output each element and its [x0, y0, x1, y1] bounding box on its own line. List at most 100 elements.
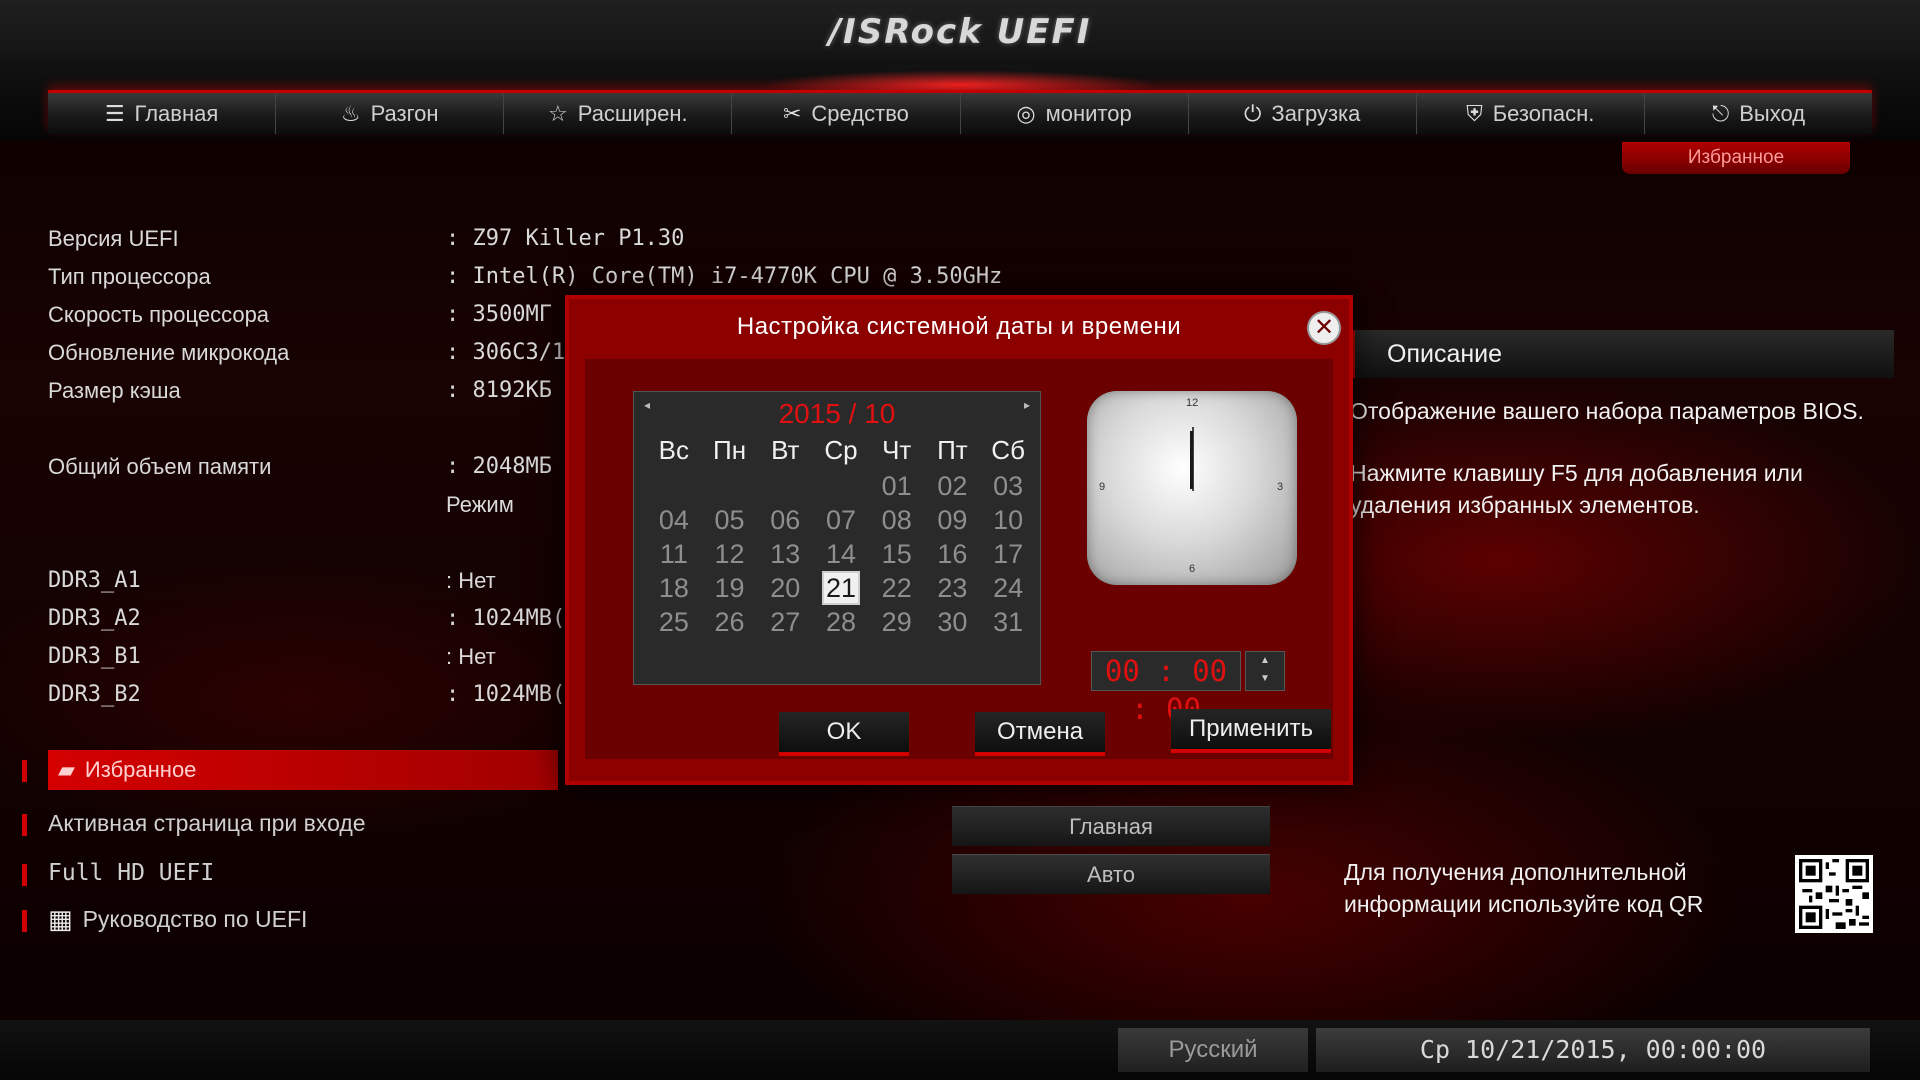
calendar-day[interactable]: 24: [980, 572, 1036, 604]
red-tick: [22, 864, 27, 886]
weekday-header: Пн: [713, 435, 747, 465]
power-icon: ⏻: [1244, 100, 1262, 126]
calendar-day[interactable]: 16: [925, 538, 981, 570]
tab-label: Средство: [811, 100, 909, 126]
calendar-day[interactable]: 05: [702, 504, 758, 536]
calendar-day[interactable]: 20: [757, 572, 813, 604]
shield-icon: ⛨: [1466, 100, 1483, 126]
close-button[interactable]: ✕: [1307, 311, 1341, 345]
calendar-day[interactable]: 14: [813, 538, 869, 570]
calendar-day[interactable]: 30: [925, 606, 981, 638]
calendar-day[interactable]: 26: [702, 606, 758, 638]
dialog-title: Настройка системной даты и времени: [736, 313, 1182, 340]
weekday-header: Вс: [658, 435, 690, 465]
menu-guide[interactable]: ▦ Руководство по UEFI: [48, 904, 307, 935]
calendar-day[interactable]: 23: [925, 572, 981, 604]
star-icon: ☆: [548, 100, 568, 126]
menu-full-hd[interactable]: Full HD UEFI: [48, 860, 214, 886]
info-label: DDR3_B1: [48, 644, 141, 669]
calendar: ◂ ▸ 2015 / 10 Вс Пн Вт Ср Чт Пт Сб 01 02 03 04 05 06…: [633, 391, 1041, 685]
hour-hand: [1190, 431, 1193, 489]
info-value: 1024MB(: [446, 676, 566, 714]
info-value: Режим: [446, 492, 514, 517]
calendar-day[interactable]: 08: [869, 504, 925, 536]
active-page-select[interactable]: Главная: [952, 806, 1270, 846]
info-label: Общий объем памяти: [48, 454, 272, 479]
language-button[interactable]: Русский: [1118, 1028, 1308, 1072]
menu-label: Full HD UEFI: [48, 860, 215, 886]
info-value: 8192КБ: [446, 372, 552, 410]
info-label: Тип процессора: [48, 264, 211, 289]
calendar-day[interactable]: 03: [980, 470, 1036, 502]
tab-label: Безопасн.: [1492, 100, 1595, 126]
tab-overclock[interactable]: ♨ Разгон: [276, 93, 505, 134]
datetime-display[interactable]: Ср 10/21/2015, 00:00:00: [1316, 1028, 1870, 1072]
info-value: 3500МГ: [446, 296, 552, 334]
qr-text: Для получения дополнительной информации …: [1344, 859, 1704, 917]
clock-number: 3: [1277, 481, 1284, 493]
info-value: 1024MB(: [446, 600, 566, 638]
calendar-day[interactable]: 27: [757, 606, 813, 638]
time-spinner[interactable]: ▲ ▼: [1245, 651, 1285, 691]
info-label: DDR3_B2: [48, 682, 141, 707]
flame-icon: ♨: [340, 100, 361, 126]
calendar-day[interactable]: 02: [925, 470, 981, 502]
info-row: DDR3_B1 Нет: [48, 638, 608, 676]
calendar-day[interactable]: 11: [646, 538, 702, 570]
time-input[interactable]: 00 : 00 : 00: [1091, 651, 1241, 726]
ok-button[interactable]: OK: [779, 712, 909, 756]
calendar-day[interactable]: 07: [813, 504, 869, 536]
tab-tools[interactable]: ✂ Средство: [732, 93, 961, 134]
calendar-day[interactable]: 09: [925, 504, 981, 536]
calendar-day[interactable]: 04: [646, 504, 702, 536]
calendar-day[interactable]: 25: [646, 606, 702, 638]
tab-exit[interactable]: ⎋ Выход: [1645, 93, 1872, 134]
info-row: DDR3_A1 Нет: [48, 562, 608, 600]
cancel-button[interactable]: Отмена: [975, 712, 1105, 756]
apply-button[interactable]: Применить: [1171, 709, 1331, 753]
calendar-day[interactable]: 22: [869, 572, 925, 604]
tab-label: Главная: [134, 100, 219, 126]
info-value: Z97 Killer P1.30: [446, 220, 685, 258]
full-hd-select[interactable]: Авто: [952, 854, 1270, 894]
tab-security[interactable]: ⛨ Безопасн.: [1417, 93, 1645, 134]
selected-day: 21: [821, 571, 861, 605]
calendar-day[interactable]: 18: [646, 572, 702, 604]
favorites-label: Избранное: [84, 757, 197, 782]
description-text: Отображение вашего набора параметров BIO…: [1350, 395, 1880, 551]
calendar-day[interactable]: 15: [869, 538, 925, 570]
spin-down-icon[interactable]: ▼: [1246, 670, 1284, 688]
info-row: DDR3_A2 1024MB(: [48, 600, 608, 638]
info-value: 306C3/1: [446, 334, 566, 372]
calendar-day[interactable]: 12: [702, 538, 758, 570]
description-p1: Отображение вашего набора параметров BIO…: [1350, 398, 1864, 424]
qr-code[interactable]: [1795, 855, 1873, 933]
info-label: Версия UEFI: [48, 226, 179, 251]
spin-up-icon[interactable]: ▲: [1246, 652, 1284, 670]
calendar-day[interactable]: 01: [869, 470, 925, 502]
calendar-day[interactable]: 10: [980, 504, 1036, 536]
calendar-day[interactable]: 21: [813, 571, 869, 605]
calendar-day[interactable]: 17: [980, 538, 1036, 570]
description-header: Описание: [1350, 330, 1894, 378]
calendar-day[interactable]: 06: [757, 504, 813, 536]
calendar-day[interactable]: 19: [702, 572, 758, 604]
calendar-day[interactable]: 29: [869, 606, 925, 638]
favorites-tab[interactable]: Избранное: [1622, 142, 1850, 174]
weekday-header: Сб: [991, 435, 1025, 465]
calendar-day[interactable]: 31: [980, 606, 1036, 638]
tab-monitor[interactable]: ◎ монитор: [961, 93, 1189, 134]
info-label: DDR3_A2: [48, 606, 141, 631]
tab-main[interactable]: ☰ Главная: [48, 93, 277, 134]
menu-active-page[interactable]: Активная страница при входе: [48, 810, 366, 837]
weekday-header: Вт: [771, 435, 800, 465]
calendar-day[interactable]: 28: [813, 606, 869, 638]
calendar-day[interactable]: 13: [757, 538, 813, 570]
tab-boot[interactable]: ⏻ Загрузка: [1189, 93, 1417, 134]
tab-label: Загрузка: [1271, 100, 1361, 126]
weekday-header: Пт: [937, 435, 968, 465]
description-p2: Нажмите клавишу F5 для добавления или уд…: [1350, 460, 1803, 518]
favorites-bar[interactable]: ▰ Избранное: [48, 750, 558, 790]
tab-advanced[interactable]: ☆ Расширен.: [504, 93, 733, 134]
